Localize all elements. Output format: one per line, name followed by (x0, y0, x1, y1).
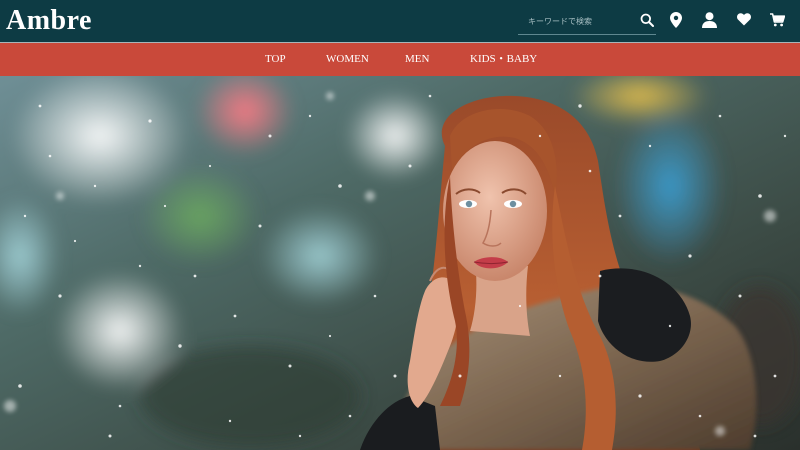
site-logo[interactable]: Ambre (6, 4, 92, 38)
main-nav: TOP WOMEN MEN KIDS・BABY (0, 42, 800, 76)
map-pin-icon[interactable] (670, 12, 682, 28)
search-icon[interactable] (640, 13, 654, 27)
nav-item-top[interactable]: TOP (265, 52, 286, 66)
hero-image (0, 76, 800, 450)
site-header: Ambre (0, 0, 800, 42)
search-input[interactable] (528, 12, 633, 30)
search-box (518, 9, 656, 35)
nav-item-kids-baby[interactable]: KIDS・BABY (470, 52, 537, 66)
cart-icon[interactable] (770, 13, 785, 27)
nav-item-women[interactable]: WOMEN (326, 52, 369, 66)
hero-photo-woman-in-snow (0, 76, 800, 450)
user-icon[interactable] (702, 12, 717, 28)
nav-item-men[interactable]: MEN (405, 52, 429, 66)
heart-icon[interactable] (737, 13, 751, 26)
